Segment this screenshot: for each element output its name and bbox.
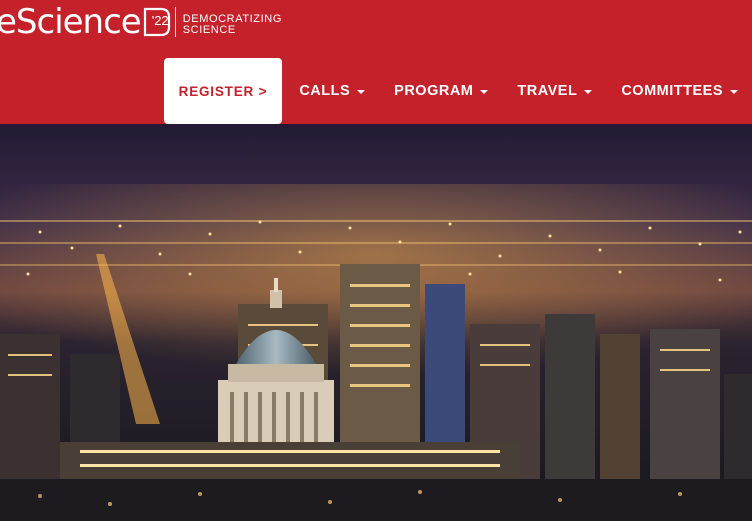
nav-item-program[interactable]: PROGRAM: [379, 58, 502, 124]
city-skyline-illustration: [0, 124, 752, 521]
site-header: eScience '22 DEMOCRATIZING SCIENCE REGIS…: [0, 0, 752, 124]
logo-tagline: DEMOCRATIZING SCIENCE: [183, 14, 282, 36]
nav-travel-label: TRAVEL: [517, 83, 578, 99]
nav-item-calls[interactable]: CALLS: [284, 58, 379, 124]
caret-down-icon: [584, 90, 593, 94]
nav-item-travel[interactable]: TRAVEL: [502, 58, 606, 124]
hero-image: [0, 124, 752, 521]
escience-logo[interactable]: eScience '22 DEMOCRATIZING SCIENCE: [0, 4, 282, 40]
logo-divider: [174, 7, 176, 37]
nav-calls-label: CALLS: [299, 83, 351, 99]
nav-item-committees[interactable]: COMMITTEES: [606, 58, 752, 124]
register-label: REGISTER >: [178, 83, 268, 99]
main-nav: REGISTER > CALLS PROGRAM TRAVEL COMMITTE…: [163, 58, 752, 124]
caret-down-icon: [480, 90, 489, 94]
logo-wordmark: eScience: [0, 2, 142, 42]
register-button[interactable]: REGISTER >: [163, 58, 283, 124]
tagline-line-2: SCIENCE: [182, 24, 236, 36]
caret-down-icon: [357, 90, 366, 94]
caret-down-icon: [730, 90, 738, 94]
nav-committees-label: COMMITTEES: [621, 83, 723, 99]
logo-mark-icon: '22: [141, 6, 171, 38]
logo-year: '22: [151, 13, 169, 28]
nav-program-label: PROGRAM: [394, 83, 474, 99]
